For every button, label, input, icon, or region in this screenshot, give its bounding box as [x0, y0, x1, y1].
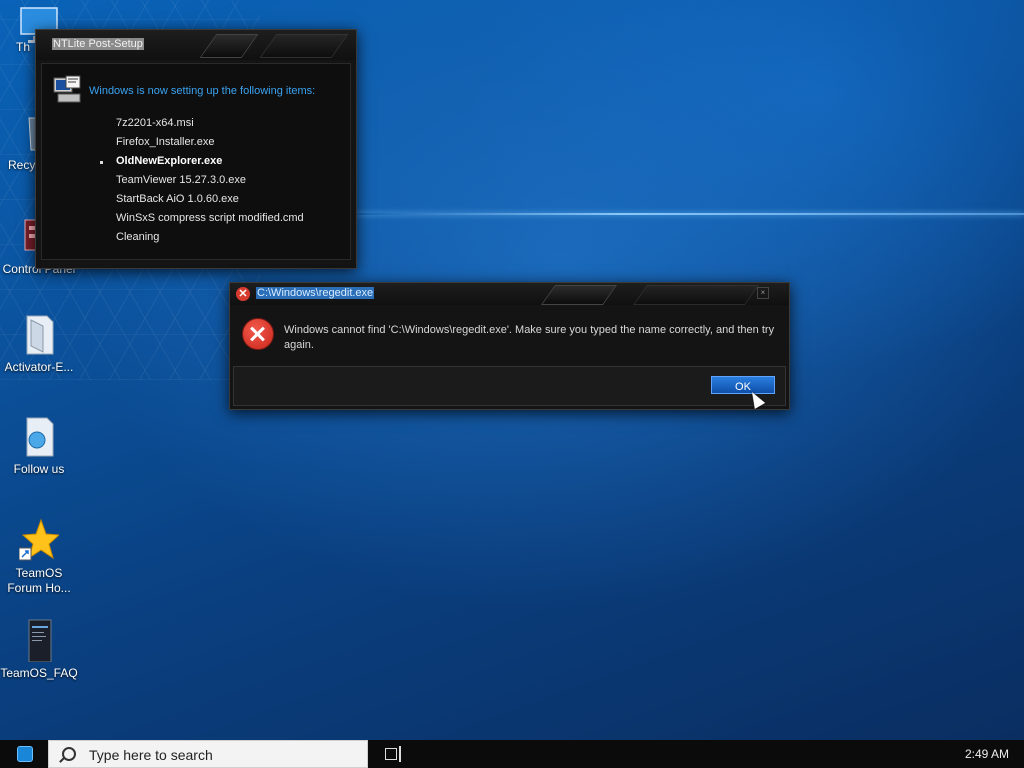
- setup-item-active: OldNewExplorer.exe: [100, 155, 304, 174]
- error-dialog: ✕ C:\Windows\regedit.exe × Windows canno…: [229, 282, 790, 410]
- folder-globe-icon: [19, 414, 59, 458]
- setup-item: Firefox_Installer.exe: [116, 136, 215, 148]
- error-dialog-title: C:\Windows\regedit.exe: [256, 287, 375, 299]
- desktop-icon-label: TeamOS Forum Ho...: [7, 566, 71, 595]
- taskbar: Type here to search 2:49 AM: [0, 740, 1024, 768]
- desktop-icon-teamos-faq[interactable]: TeamOS_FAQ: [0, 618, 78, 681]
- setup-item: 7z2201-x64.msi: [116, 117, 194, 129]
- desktop-icon-label: Activator-E...: [4, 360, 74, 374]
- search-icon: [62, 747, 76, 761]
- desktop-icon-follow-us[interactable]: Follow us: [0, 414, 78, 477]
- setup-item: Cleaning: [116, 231, 160, 243]
- setup-item: TeamViewer 15.27.3.0.exe: [116, 174, 247, 186]
- star-shortcut-icon: [18, 518, 61, 562]
- window-title: NTLite Post-Setup: [52, 38, 144, 50]
- error-message: Windows cannot find 'C:\Windows\regedit.…: [284, 324, 775, 351]
- desktop-icon-activator[interactable]: Activator-E...: [0, 312, 78, 375]
- ntlite-titlebar[interactable]: NTLite Post-Setup: [36, 30, 356, 60]
- setup-items-list: 7z2201-x64.msi Firefox_Installer.exe Old…: [100, 117, 304, 250]
- wallpaper-glow-line: [355, 213, 1024, 215]
- document-icon: [19, 618, 59, 663]
- titlebar-decoration: [199, 34, 259, 58]
- task-view-button[interactable]: [378, 740, 406, 768]
- setup-item: WinSxS compress script modified.cmd: [116, 212, 304, 224]
- desktop: Th Recy Control Panel Activator-E... Fol…: [0, 0, 1024, 768]
- ok-button[interactable]: OK: [711, 376, 775, 394]
- setup-heading: Windows is now setting up the following …: [89, 85, 316, 97]
- taskbar-clock[interactable]: 2:49 AM: [965, 747, 1009, 761]
- titlebar-decoration: [632, 285, 760, 305]
- desktop-icon-label: Follow us: [13, 462, 65, 476]
- close-icon[interactable]: ×: [757, 287, 769, 299]
- setup-item: StartBack AiO 1.0.60.exe: [116, 193, 239, 205]
- titlebar-decoration: [259, 34, 349, 58]
- titlebar-decoration: [540, 285, 618, 305]
- error-dialog-footer: OK: [233, 366, 786, 406]
- error-small-icon: ✕: [236, 287, 250, 301]
- task-view-icon: [385, 746, 401, 762]
- setup-computer-icon: [52, 74, 84, 111]
- error-dialog-titlebar[interactable]: ✕ C:\Windows\regedit.exe ×: [230, 283, 789, 305]
- taskbar-search-box[interactable]: Type here to search: [48, 740, 368, 768]
- desktop-icon-teamos-forum[interactable]: TeamOS Forum Ho...: [0, 518, 78, 596]
- error-icon: [242, 318, 274, 350]
- start-logo-icon: [17, 746, 33, 762]
- start-button[interactable]: [0, 740, 48, 768]
- ntlite-window: NTLite Post-Setup Windows is now setting…: [35, 29, 357, 269]
- search-placeholder: Type here to search: [89, 747, 213, 763]
- folder-icon: [19, 312, 59, 356]
- desktop-icon-label: TeamOS_FAQ: [0, 666, 78, 680]
